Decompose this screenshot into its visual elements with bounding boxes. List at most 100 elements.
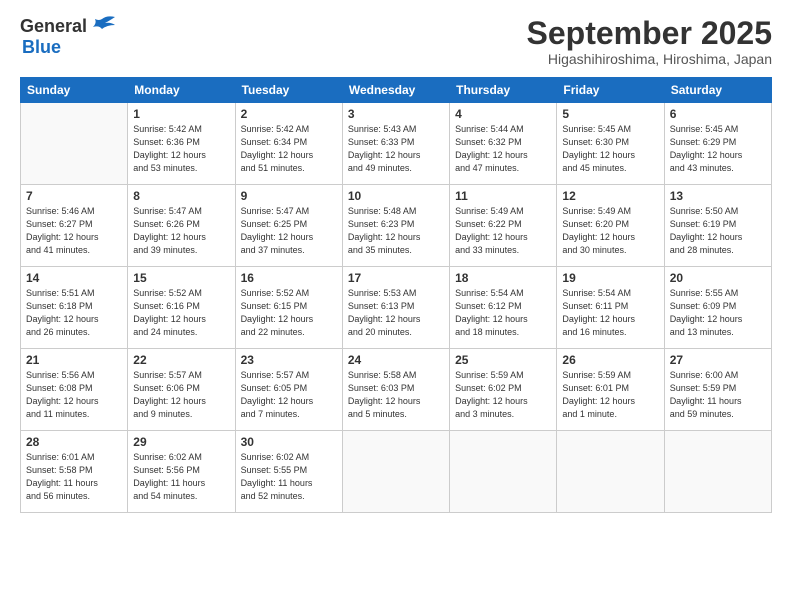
day-info: Sunrise: 5:56 AM Sunset: 6:08 PM Dayligh… [26,369,122,421]
col-thursday: Thursday [450,78,557,103]
day-info: Sunrise: 5:54 AM Sunset: 6:12 PM Dayligh… [455,287,551,339]
col-monday: Monday [128,78,235,103]
month-title: September 2025 [527,16,772,51]
day-info: Sunrise: 5:47 AM Sunset: 6:26 PM Dayligh… [133,205,229,257]
header: General Blue September 2025 Higashihiros… [20,16,772,67]
day-info: Sunrise: 6:02 AM Sunset: 5:55 PM Dayligh… [241,451,337,503]
day-number: 30 [241,435,337,449]
calendar-cell: 10 Sunrise: 5:48 AM Sunset: 6:23 PM Dayli… [342,185,449,267]
calendar-cell: 1Sunrise: 5:42 AM Sunset: 6:36 PM Daylig… [128,103,235,185]
location: Higashihiroshima, Hiroshima, Japan [527,51,772,67]
logo-blue-text: Blue [22,37,61,57]
day-info: Sunrise: 5:43 AM Sunset: 6:33 PM Dayligh… [348,123,444,175]
calendar-cell: 21 Sunrise: 5:56 AM Sunset: 6:08 PM Dayli… [21,349,128,431]
day-info: Sunrise: 5:44 AM Sunset: 6:32 PM Dayligh… [455,123,551,175]
day-number: 13 [670,189,766,203]
day-info: Sunrise: 5:49 AM Sunset: 6:20 PM Dayligh… [562,205,658,257]
calendar-week-row: 28 Sunrise: 6:01 AM Sunset: 5:58 PM Dayli… [21,431,772,513]
day-number: 26 [562,353,658,367]
day-info: Sunrise: 5:59 AM Sunset: 6:01 PM Dayligh… [562,369,658,421]
calendar-week-row: 7 Sunrise: 5:46 AM Sunset: 6:27 PM Daylig… [21,185,772,267]
calendar-cell: 9Sunrise: 5:47 AM Sunset: 6:25 PM Daylig… [235,185,342,267]
day-info: Sunrise: 5:57 AM Sunset: 6:06 PM Dayligh… [133,369,229,421]
day-info: Sunrise: 5:52 AM Sunset: 6:16 PM Dayligh… [133,287,229,339]
day-info: Sunrise: 5:51 AM Sunset: 6:18 PM Dayligh… [26,287,122,339]
day-number: 10 [348,189,444,203]
calendar-week-row: 14Sunrise: 5:51 AM Sunset: 6:18 PM Dayli… [21,267,772,349]
day-info: Sunrise: 5:59 AM Sunset: 6:02 PM Dayligh… [455,369,551,421]
day-number: 23 [241,353,337,367]
calendar-cell: 5 Sunrise: 5:45 AM Sunset: 6:30 PM Daylig… [557,103,664,185]
calendar-week-row: 21 Sunrise: 5:56 AM Sunset: 6:08 PM Dayli… [21,349,772,431]
day-number: 25 [455,353,551,367]
day-number: 15 [133,271,229,285]
col-saturday: Saturday [664,78,771,103]
day-info: Sunrise: 5:49 AM Sunset: 6:22 PM Dayligh… [455,205,551,257]
day-info: Sunrise: 5:47 AM Sunset: 6:25 PM Dayligh… [241,205,337,257]
calendar-cell: 26 Sunrise: 5:59 AM Sunset: 6:01 PM Dayli… [557,349,664,431]
logo-general-text: General [20,16,87,37]
day-info: Sunrise: 6:02 AM Sunset: 5:56 PM Dayligh… [133,451,229,503]
day-info: Sunrise: 6:00 AM Sunset: 5:59 PM Dayligh… [670,369,766,421]
day-number: 27 [670,353,766,367]
day-info: Sunrise: 5:45 AM Sunset: 6:30 PM Dayligh… [562,123,658,175]
col-sunday: Sunday [21,78,128,103]
day-number: 16 [241,271,337,285]
day-number: 4 [455,107,551,121]
day-info: Sunrise: 5:55 AM Sunset: 6:09 PM Dayligh… [670,287,766,339]
page: General Blue September 2025 Higashihiros… [0,0,792,525]
day-number: 17 [348,271,444,285]
calendar-cell: 28 Sunrise: 6:01 AM Sunset: 5:58 PM Dayli… [21,431,128,513]
calendar-cell: 19Sunrise: 5:54 AM Sunset: 6:11 PM Dayli… [557,267,664,349]
day-info: Sunrise: 5:46 AM Sunset: 6:27 PM Dayligh… [26,205,122,257]
day-number: 11 [455,189,551,203]
day-info: Sunrise: 5:53 AM Sunset: 6:13 PM Dayligh… [348,287,444,339]
calendar-cell: 2 Sunrise: 5:42 AM Sunset: 6:34 PM Daylig… [235,103,342,185]
calendar-cell: 3 Sunrise: 5:43 AM Sunset: 6:33 PM Daylig… [342,103,449,185]
calendar-cell: 20 Sunrise: 5:55 AM Sunset: 6:09 PM Dayli… [664,267,771,349]
day-info: Sunrise: 6:01 AM Sunset: 5:58 PM Dayligh… [26,451,122,503]
day-info: Sunrise: 5:58 AM Sunset: 6:03 PM Dayligh… [348,369,444,421]
calendar-cell: 18Sunrise: 5:54 AM Sunset: 6:12 PM Dayli… [450,267,557,349]
day-number: 12 [562,189,658,203]
calendar-table: Sunday Monday Tuesday Wednesday Thursday… [20,77,772,513]
day-number: 6 [670,107,766,121]
calendar-cell: 24 Sunrise: 5:58 AM Sunset: 6:03 PM Dayli… [342,349,449,431]
calendar-cell: 6 Sunrise: 5:45 AM Sunset: 6:29 PM Daylig… [664,103,771,185]
day-number: 21 [26,353,122,367]
day-info: Sunrise: 5:54 AM Sunset: 6:11 PM Dayligh… [562,287,658,339]
day-info: Sunrise: 5:48 AM Sunset: 6:23 PM Dayligh… [348,205,444,257]
calendar-cell [21,103,128,185]
calendar-cell: 8 Sunrise: 5:47 AM Sunset: 6:26 PM Daylig… [128,185,235,267]
day-number: 28 [26,435,122,449]
day-number: 3 [348,107,444,121]
calendar-cell: 16 Sunrise: 5:52 AM Sunset: 6:15 PM Dayli… [235,267,342,349]
calendar-header-row: Sunday Monday Tuesday Wednesday Thursday… [21,78,772,103]
logo: General Blue [20,16,115,58]
day-number: 8 [133,189,229,203]
day-info: Sunrise: 5:52 AM Sunset: 6:15 PM Dayligh… [241,287,337,339]
day-number: 5 [562,107,658,121]
calendar-cell: 15 Sunrise: 5:52 AM Sunset: 6:16 PM Dayli… [128,267,235,349]
calendar-cell: 13Sunrise: 5:50 AM Sunset: 6:19 PM Dayli… [664,185,771,267]
day-number: 20 [670,271,766,285]
day-info: Sunrise: 5:57 AM Sunset: 6:05 PM Dayligh… [241,369,337,421]
calendar-cell [664,431,771,513]
day-number: 2 [241,107,337,121]
calendar-cell [342,431,449,513]
calendar-week-row: 1Sunrise: 5:42 AM Sunset: 6:36 PM Daylig… [21,103,772,185]
calendar-cell: 17 Sunrise: 5:53 AM Sunset: 6:13 PM Dayli… [342,267,449,349]
calendar-cell: 7 Sunrise: 5:46 AM Sunset: 6:27 PM Daylig… [21,185,128,267]
day-number: 29 [133,435,229,449]
calendar-cell: 12 Sunrise: 5:49 AM Sunset: 6:20 PM Dayli… [557,185,664,267]
calendar-cell: 22Sunrise: 5:57 AM Sunset: 6:06 PM Dayli… [128,349,235,431]
day-info: Sunrise: 5:42 AM Sunset: 6:36 PM Dayligh… [133,123,229,175]
calendar-cell: 29 Sunrise: 6:02 AM Sunset: 5:56 PM Dayli… [128,431,235,513]
day-number: 24 [348,353,444,367]
day-number: 7 [26,189,122,203]
day-info: Sunrise: 5:42 AM Sunset: 6:34 PM Dayligh… [241,123,337,175]
col-friday: Friday [557,78,664,103]
day-info: Sunrise: 5:45 AM Sunset: 6:29 PM Dayligh… [670,123,766,175]
logo-bird-icon [89,15,115,35]
col-wednesday: Wednesday [342,78,449,103]
